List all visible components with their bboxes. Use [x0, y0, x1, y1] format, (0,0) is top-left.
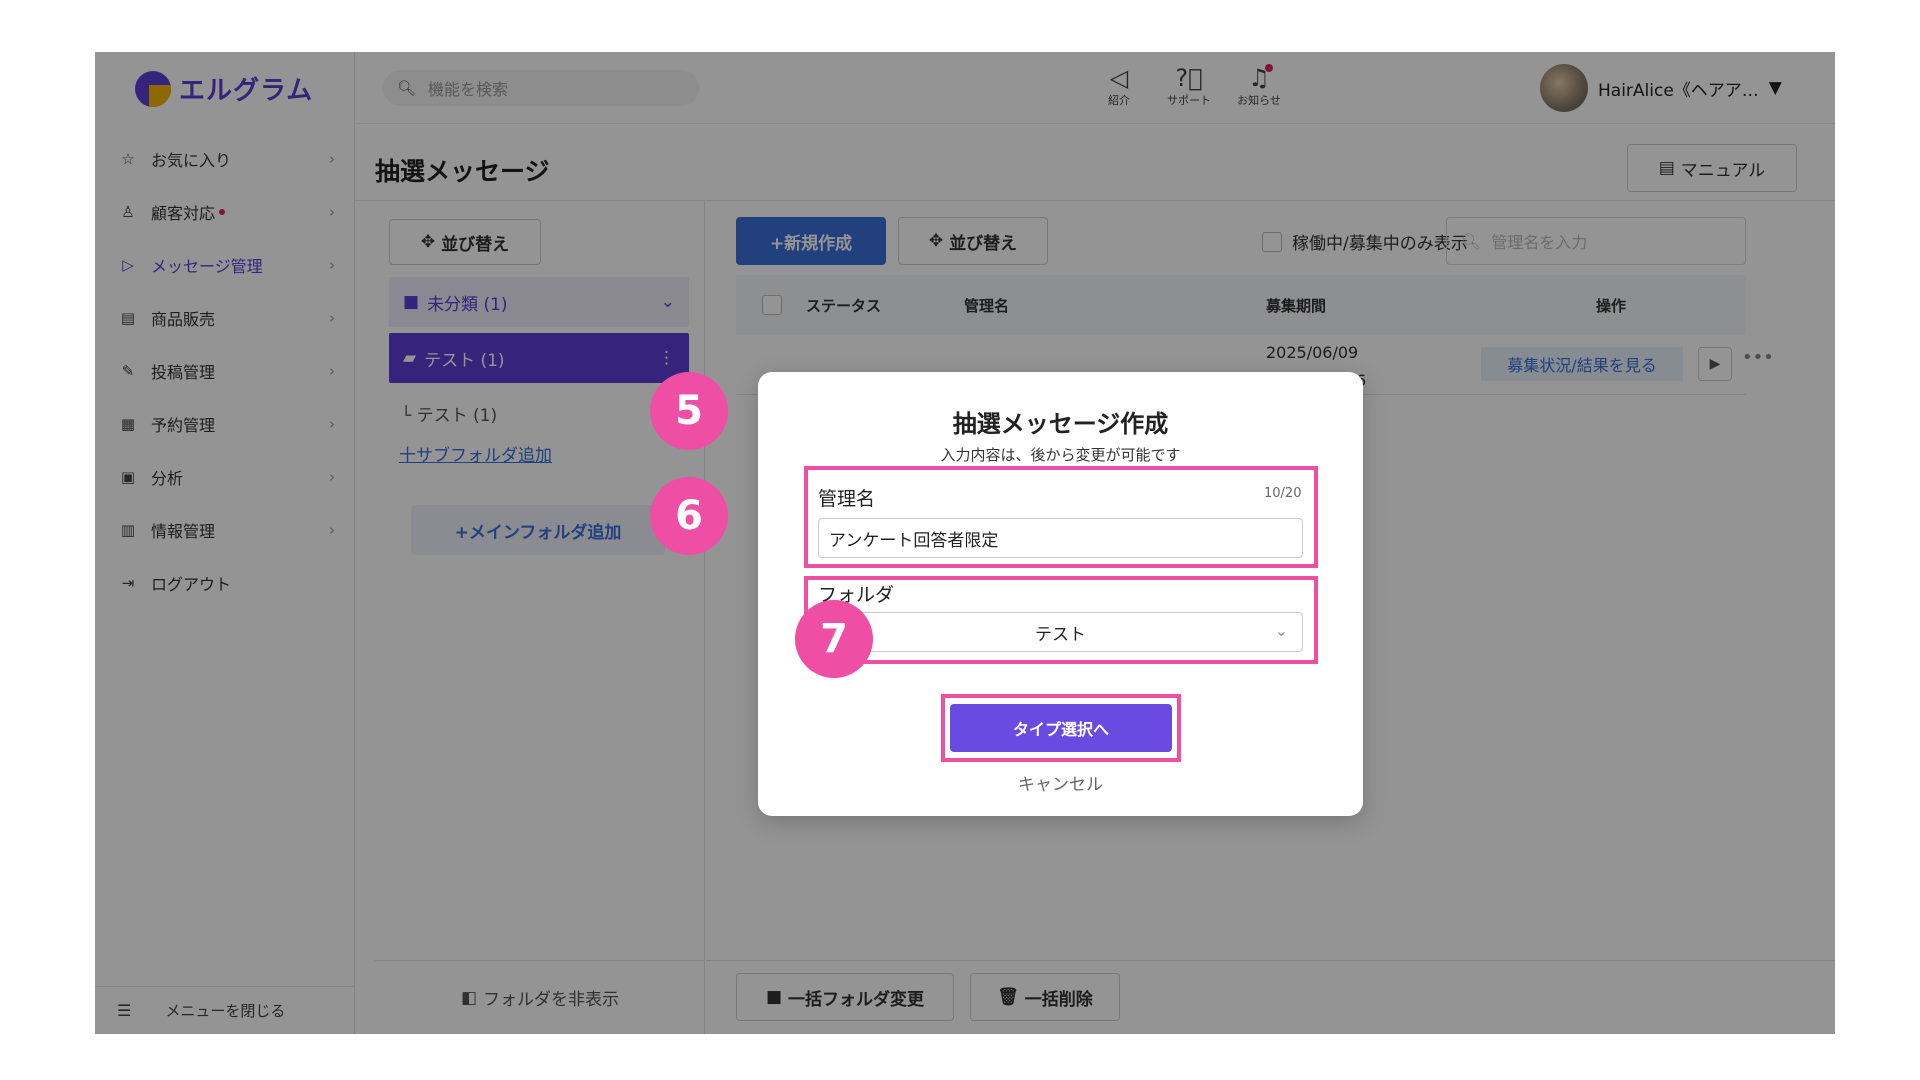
- folder-select-value: テスト: [1035, 624, 1086, 645]
- cancel-button[interactable]: キャンセル: [758, 770, 1363, 795]
- app-window: エルグラム ☆ お気に入り › ♙ 顧客対応 › ▷ メッセージ管理 › ▤ 商…: [95, 52, 1835, 1034]
- create-lottery-modal: 抽選メッセージ作成 入力内容は、後から変更が可能です 管理名 10/20 フォル…: [758, 372, 1363, 816]
- chevron-down-icon: ⌄: [1274, 621, 1288, 640]
- type-select-button[interactable]: タイプ選択へ: [950, 704, 1172, 752]
- name-char-counter: 10/20: [1264, 486, 1302, 501]
- step-badge-5: 5: [650, 372, 728, 450]
- folder-select[interactable]: テスト ⌄: [818, 612, 1303, 652]
- name-field-label: 管理名: [818, 488, 876, 510]
- name-input[interactable]: [818, 518, 1303, 558]
- modal-subtitle: 入力内容は、後から変更が可能です: [940, 446, 1181, 464]
- step-badge-7: 7: [795, 600, 873, 678]
- modal-title: 抽選メッセージ作成: [952, 410, 1169, 438]
- step-badge-6: 6: [650, 477, 728, 555]
